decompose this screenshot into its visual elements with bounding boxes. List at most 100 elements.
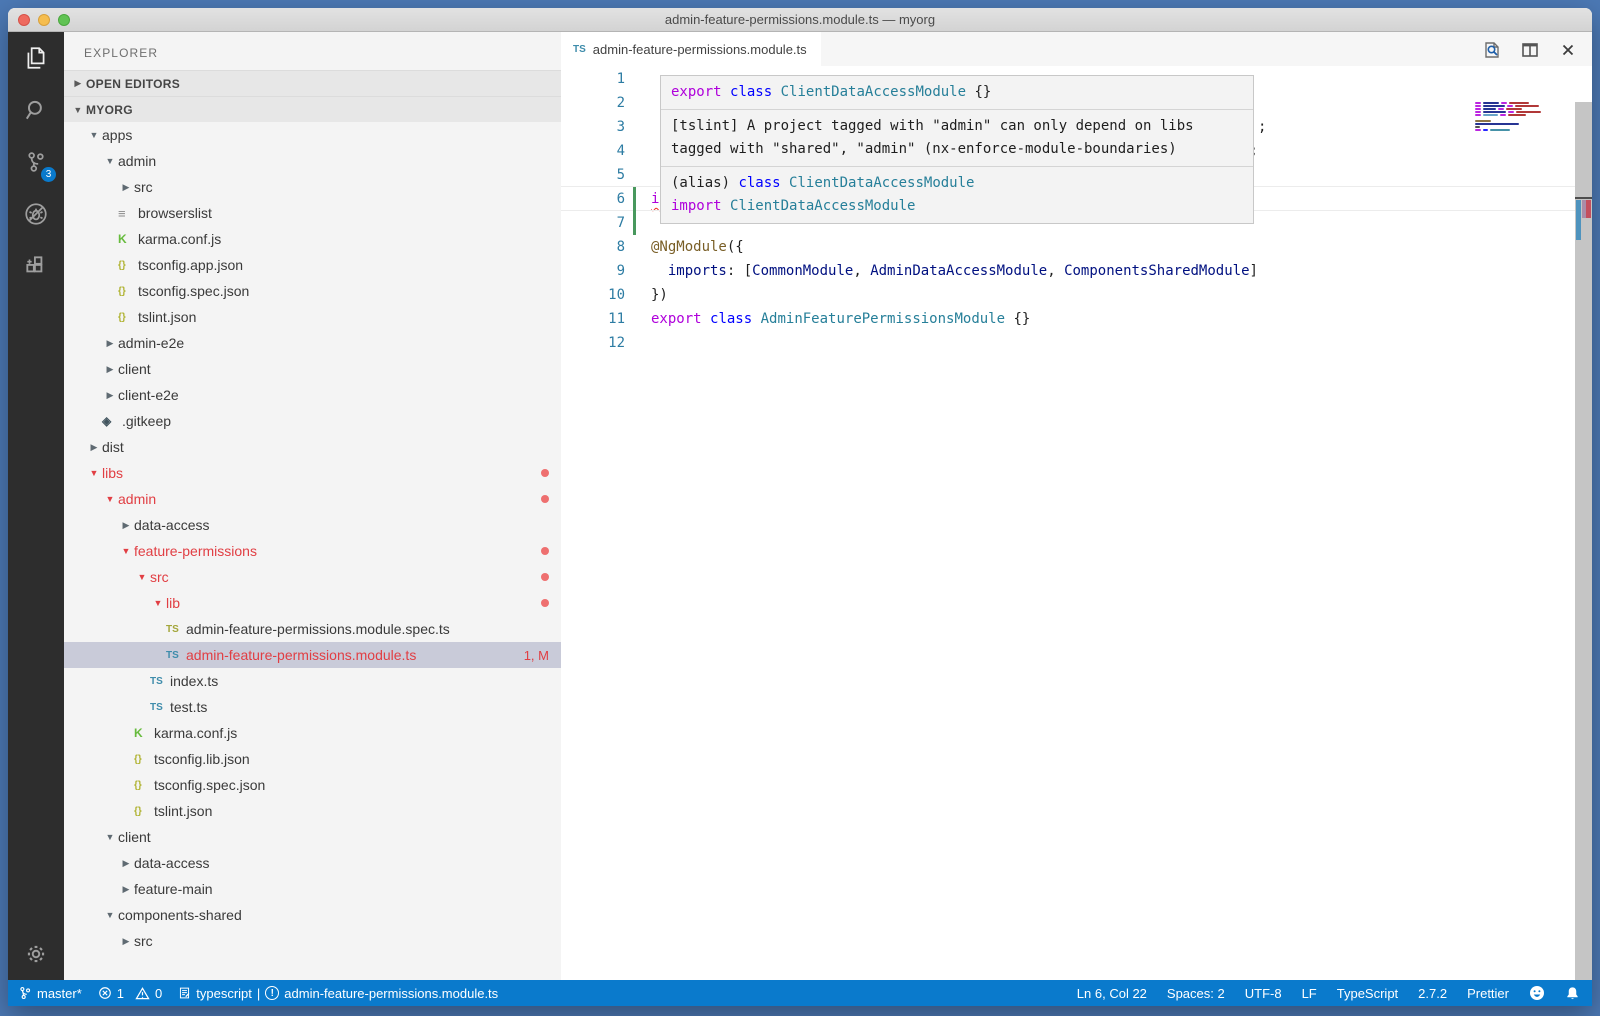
tree-file-tslint.json[interactable]: {}tslint.json bbox=[64, 798, 561, 824]
tree-folder-data-access[interactable]: ▶data-access bbox=[64, 512, 561, 538]
status-item-prettier[interactable]: Prettier bbox=[1467, 986, 1509, 1001]
status-item-lf[interactable]: LF bbox=[1302, 986, 1317, 1001]
tab-strip: TS admin-feature-permissions.module.ts bbox=[561, 32, 1592, 66]
code-line-10[interactable]: 10}) bbox=[561, 283, 1592, 307]
status-item-2-7-2[interactable]: 2.7.2 bbox=[1418, 986, 1447, 1001]
feedback-smiley-icon[interactable] bbox=[1529, 985, 1545, 1001]
code-line-8[interactable]: 8@NgModule({ bbox=[561, 235, 1592, 259]
tree-file-tsconfig.app.json[interactable]: {}tsconfig.app.json bbox=[64, 252, 561, 278]
line-number: 5 bbox=[561, 167, 625, 183]
line-number: 3 bbox=[561, 119, 625, 135]
code-line-12[interactable]: 12 bbox=[561, 331, 1592, 355]
overview-error-mark bbox=[1586, 200, 1591, 218]
tree-item-label: admin-e2e bbox=[118, 335, 184, 351]
json-file-icon: {} bbox=[134, 806, 154, 817]
close-icon[interactable] bbox=[1558, 40, 1578, 60]
section-open-editors[interactable]: ▶ OPEN EDITORS bbox=[64, 70, 561, 96]
tree-folder-admin[interactable]: ▼admin bbox=[64, 486, 561, 512]
tree-item-label: karma.conf.js bbox=[138, 231, 221, 247]
vscode-window: admin-feature-permissions.module.ts — my… bbox=[8, 8, 1592, 1006]
code-line-9[interactable]: 9 imports: [CommonModule, AdminDataAcces… bbox=[561, 259, 1592, 283]
overview-ruler-scrollbar[interactable] bbox=[1575, 102, 1592, 980]
code-line-11[interactable]: 11export class AdminFeaturePermissionsMo… bbox=[561, 307, 1592, 331]
status-item-spaces-2[interactable]: Spaces: 2 bbox=[1167, 986, 1225, 1001]
tree-file-test.ts[interactable]: TStest.ts bbox=[64, 694, 561, 720]
editor-actions bbox=[1482, 40, 1578, 60]
tree-folder-client[interactable]: ▼client bbox=[64, 824, 561, 850]
chevron-right-icon: ▶ bbox=[118, 520, 134, 531]
tree-file-browserslist[interactable]: ≡browserslist bbox=[64, 200, 561, 226]
tree-folder-src[interactable]: ▶src bbox=[64, 174, 561, 200]
tree-file-admin-feature-permissions.module.ts[interactable]: TSadmin-feature-permissions.module.ts1, … bbox=[64, 642, 561, 668]
chevron-right-icon: ▶ bbox=[86, 442, 102, 453]
error-icon bbox=[98, 986, 112, 1000]
tree-folder-dist[interactable]: ▶dist bbox=[64, 434, 561, 460]
minimap[interactable] bbox=[1475, 102, 1541, 132]
minimize-window-button[interactable] bbox=[38, 14, 50, 26]
chevron-right-icon: ▶ bbox=[118, 858, 134, 869]
chevron-right-icon: ▶ bbox=[70, 78, 86, 89]
open-preview-icon[interactable] bbox=[1482, 40, 1502, 60]
tree-folder-src[interactable]: ▶src bbox=[64, 928, 561, 954]
title-bar[interactable]: admin-feature-permissions.module.ts — my… bbox=[8, 8, 1592, 32]
tree-folder-lib[interactable]: ▼lib bbox=[64, 590, 561, 616]
tree-file-admin-feature-permissions.module.spec.ts[interactable]: TSadmin-feature-permissions.module.spec.… bbox=[64, 616, 561, 642]
tree-folder-src[interactable]: ▼src bbox=[64, 564, 561, 590]
tree-folder-libs[interactable]: ▼libs bbox=[64, 460, 561, 486]
status-item-typescript[interactable]: TypeScript bbox=[1337, 986, 1398, 1001]
status-item-utf-8[interactable]: UTF-8 bbox=[1245, 986, 1282, 1001]
tslint-status-item[interactable]: typescript | ! admin-feature-permissions… bbox=[178, 986, 498, 1001]
overview-modified-mark bbox=[1576, 200, 1581, 240]
editor-group: TS admin-feature-permissions.module.ts bbox=[561, 32, 1592, 980]
tab-admin-feature-permissions[interactable]: TS admin-feature-permissions.module.ts bbox=[561, 32, 821, 66]
tree-folder-client[interactable]: ▶client bbox=[64, 356, 561, 382]
tree-file-tsconfig.spec.json[interactable]: {}tsconfig.spec.json bbox=[64, 772, 561, 798]
chevron-right-icon: ▶ bbox=[102, 390, 118, 401]
tree-item-label: client bbox=[118, 829, 151, 845]
gutter-added-indicator bbox=[633, 187, 636, 235]
tree-folder-components-shared[interactable]: ▼components-shared bbox=[64, 902, 561, 928]
section-myorg[interactable]: ▼ MYORG bbox=[64, 96, 561, 122]
chevron-right-icon: ▶ bbox=[102, 364, 118, 375]
tree-file-karma.conf.js[interactable]: Kkarma.conf.js bbox=[64, 720, 561, 746]
tree-folder-admin-e2e[interactable]: ▶admin-e2e bbox=[64, 330, 561, 356]
tree-folder-data-access[interactable]: ▶data-access bbox=[64, 850, 561, 876]
extensions-icon[interactable] bbox=[8, 240, 64, 292]
tree-folder-feature-permissions[interactable]: ▼feature-permissions bbox=[64, 538, 561, 564]
line-number: 9 bbox=[561, 263, 625, 279]
tree-folder-feature-main[interactable]: ▶feature-main bbox=[64, 876, 561, 902]
chevron-down-icon: ▼ bbox=[134, 572, 150, 582]
json-file-icon: {} bbox=[134, 754, 154, 765]
tree-item-label: test.ts bbox=[170, 699, 207, 715]
git-branch-item[interactable]: master* bbox=[18, 986, 82, 1001]
zoom-window-button[interactable] bbox=[58, 14, 70, 26]
close-window-button[interactable] bbox=[18, 14, 30, 26]
tree-file-karma.conf.js[interactable]: Kkarma.conf.js bbox=[64, 226, 561, 252]
tree-file-tsconfig.lib.json[interactable]: {}tsconfig.lib.json bbox=[64, 746, 561, 772]
line-number: 6 bbox=[561, 191, 625, 207]
line-number: 4 bbox=[561, 143, 625, 159]
hover-lint-message: [tslint] A project tagged with "admin" c… bbox=[661, 109, 1253, 166]
chevron-down-icon: ▼ bbox=[86, 130, 102, 140]
notifications-bell-icon[interactable] bbox=[1565, 986, 1580, 1001]
problems-item[interactable]: 1 0 bbox=[98, 986, 162, 1001]
tree-folder-client-e2e[interactable]: ▶client-e2e bbox=[64, 382, 561, 408]
tree-file-tslint.json[interactable]: {}tslint.json bbox=[64, 304, 561, 330]
tree-file-index.ts[interactable]: TSindex.ts bbox=[64, 668, 561, 694]
debug-disabled-icon[interactable] bbox=[8, 188, 64, 240]
settings-gear-icon[interactable] bbox=[8, 928, 64, 980]
tree-file-tsconfig.spec.json[interactable]: {}tsconfig.spec.json bbox=[64, 278, 561, 304]
split-editor-icon[interactable] bbox=[1520, 40, 1540, 60]
search-icon[interactable] bbox=[8, 84, 64, 136]
hover-alias: (alias) class ClientDataAccessModule imp… bbox=[661, 166, 1253, 223]
source-control-icon[interactable]: 3 bbox=[8, 136, 64, 188]
karma-file-icon: K bbox=[118, 232, 138, 246]
tree-folder-apps[interactable]: ▼apps bbox=[64, 122, 561, 148]
tree-item-label: admin bbox=[118, 153, 156, 169]
tree-item-label: apps bbox=[102, 127, 132, 143]
status-item-ln-6-col-22[interactable]: Ln 6, Col 22 bbox=[1077, 986, 1147, 1001]
tree-file-.gitkeep[interactable]: ◈.gitkeep bbox=[64, 408, 561, 434]
code-area[interactable]: 123;4';56import { ClientDataAccessModule… bbox=[561, 66, 1592, 980]
explorer-icon[interactable] bbox=[8, 32, 64, 84]
tree-folder-admin[interactable]: ▼admin bbox=[64, 148, 561, 174]
